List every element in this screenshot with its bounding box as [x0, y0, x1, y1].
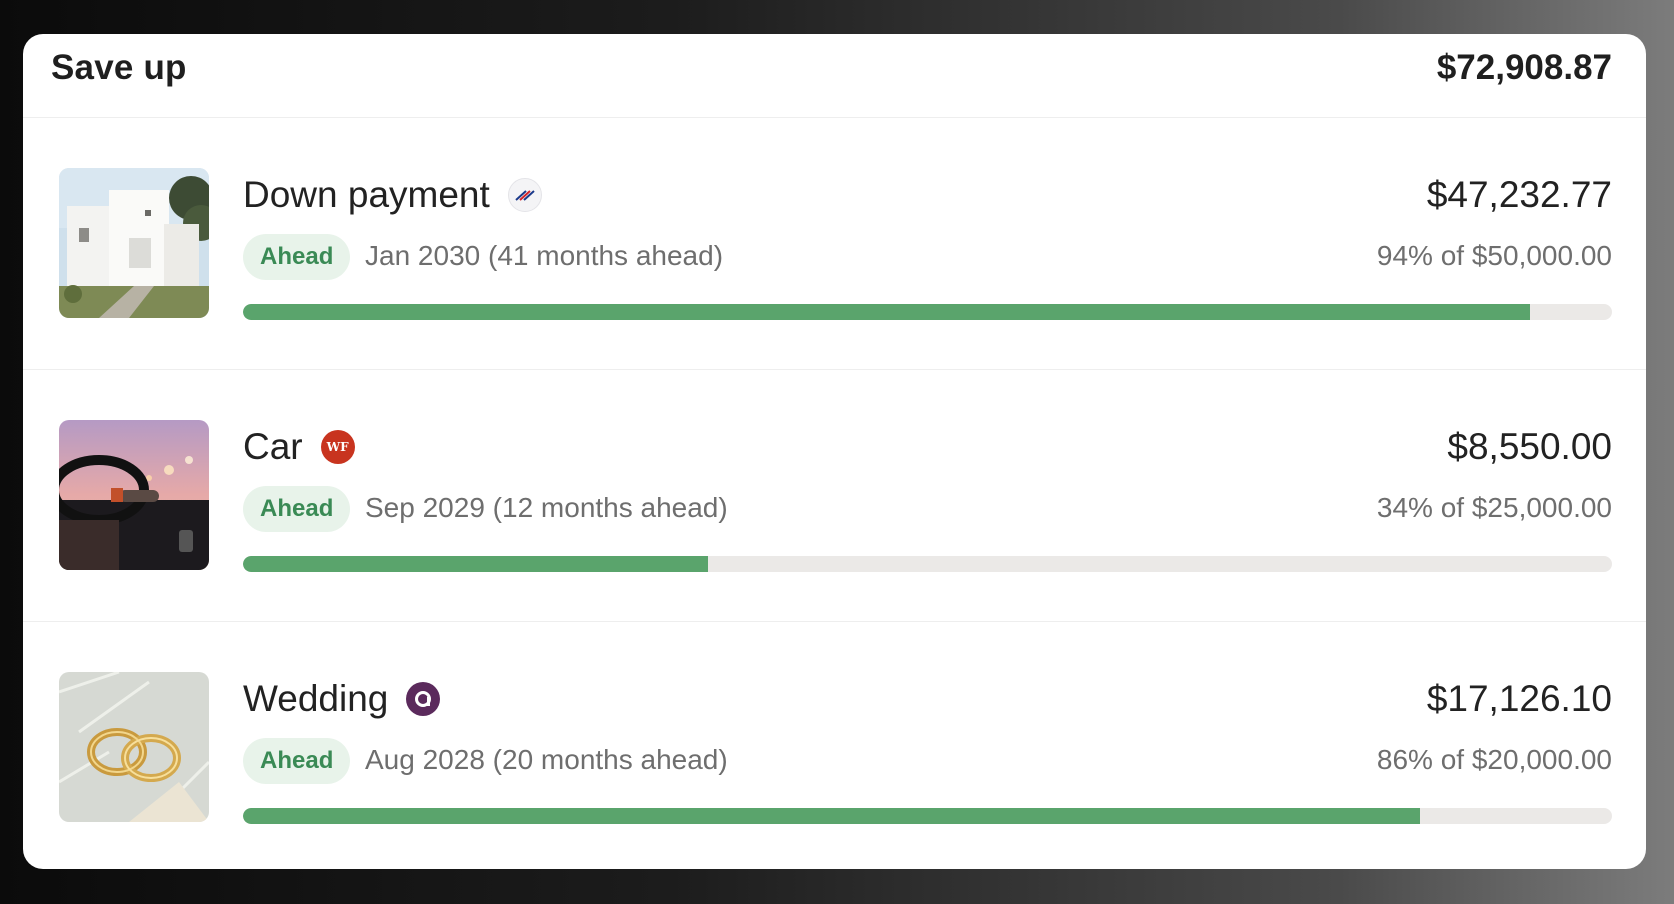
progress-bar: [243, 556, 1612, 572]
progress-fill: [243, 808, 1421, 824]
card-header: Save up $72,908.87: [23, 34, 1646, 118]
house-photo: [59, 168, 209, 318]
goal-amount: $47,232.77: [1426, 174, 1612, 215]
progress-text: 86% of $20,000.00: [1376, 744, 1612, 775]
progress-fill: [243, 556, 709, 572]
goal-name: Car: [243, 426, 303, 467]
wells-fargo-icon: WF: [320, 430, 355, 464]
projected-date: Sep 2029 (12 months ahead): [365, 492, 728, 523]
save-up-card: Save up $72,908.87 Down payment $47,232.…: [23, 34, 1646, 869]
status-badge: Ahead: [243, 234, 351, 280]
progress-bar: [243, 304, 1612, 320]
projected-date: Aug 2028 (20 months ahead): [365, 744, 728, 775]
goal-image-car: [59, 420, 209, 570]
goal-image-house: [59, 168, 209, 318]
bank-of-america-icon: [507, 178, 542, 212]
progress-fill: [243, 304, 1530, 320]
goal-image-wedding: [59, 672, 209, 822]
ally-bank-icon: [406, 682, 441, 716]
goal-row-down-payment[interactable]: Down payment $47,232.77 Ahead Jan 2030 (…: [23, 118, 1646, 370]
section-title: Save up: [51, 47, 187, 87]
progress-text: 34% of $25,000.00: [1376, 492, 1612, 523]
goal-row-wedding[interactable]: Wedding $17,126.10 Ahead Aug 2028 (20 mo…: [23, 622, 1646, 869]
status-badge: Ahead: [243, 486, 351, 532]
goal-name: Down payment: [243, 174, 490, 215]
goal-row-car[interactable]: Car WF $8,550.00 Ahead Sep 2029 (12 mont…: [23, 370, 1646, 622]
progress-bar: [243, 808, 1612, 824]
wedding-rings-photo: [59, 672, 209, 822]
goal-amount: $8,550.00: [1447, 426, 1612, 467]
car-interior-photo: [59, 420, 209, 570]
progress-text: 94% of $50,000.00: [1376, 240, 1612, 271]
projected-date: Jan 2030 (41 months ahead): [365, 240, 724, 271]
goal-name: Wedding: [243, 678, 389, 719]
status-badge: Ahead: [243, 738, 351, 784]
goal-amount: $17,126.10: [1426, 678, 1612, 719]
total-amount: $72,908.87: [1436, 47, 1612, 87]
